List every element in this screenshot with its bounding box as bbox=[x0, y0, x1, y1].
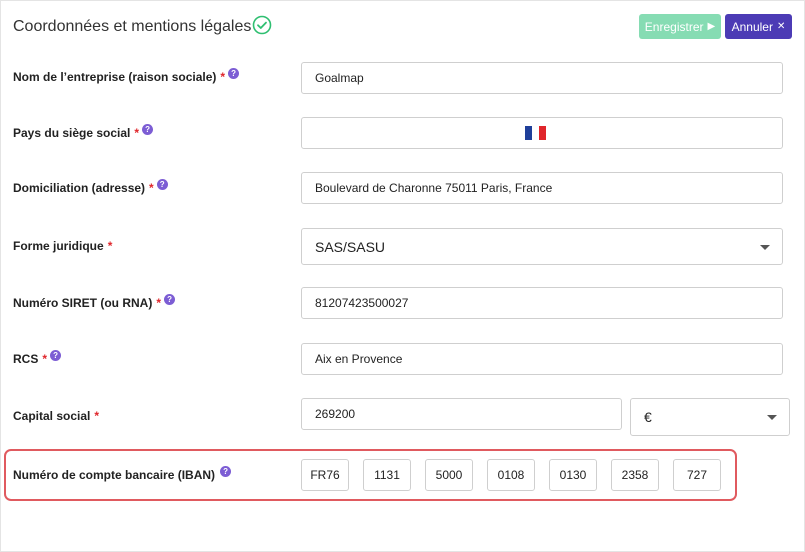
address-input[interactable]: Boulevard de Charonne 75011 Paris, Franc… bbox=[301, 172, 783, 204]
save-button[interactable]: Enregistrer ▶ bbox=[639, 14, 721, 39]
help-icon[interactable]: ? bbox=[142, 123, 154, 135]
required-mark: * bbox=[42, 352, 48, 366]
play-icon: ▶ bbox=[707, 21, 716, 32]
currency-value: € bbox=[644, 409, 652, 425]
legal-form-select[interactable]: SAS/SASU bbox=[301, 228, 783, 265]
currency-select[interactable]: € bbox=[630, 398, 790, 436]
help-icon[interactable]: ? bbox=[220, 465, 232, 477]
country-select[interactable] bbox=[301, 117, 783, 149]
help-icon[interactable]: ? bbox=[164, 293, 176, 305]
close-icon: ✕ bbox=[776, 21, 786, 32]
help-icon[interactable]: ? bbox=[156, 178, 168, 190]
required-mark: * bbox=[220, 70, 226, 84]
required-mark: * bbox=[134, 126, 140, 140]
required-mark: * bbox=[156, 296, 162, 310]
chevron-down-icon bbox=[767, 415, 777, 420]
cancel-button[interactable]: Annuler ✕ bbox=[725, 14, 792, 39]
capital-label: Capital social * bbox=[13, 409, 100, 423]
cancel-button-label: Annuler bbox=[731, 19, 773, 34]
france-flag-icon bbox=[524, 126, 547, 140]
legal-form-value: SAS/SASU bbox=[315, 238, 386, 255]
save-button-label: Enregistrer bbox=[644, 19, 704, 34]
legal-info-panel: Coordonnées et mentions légales Enregist… bbox=[0, 0, 805, 552]
rcs-label: RCS * ? bbox=[13, 349, 62, 366]
iban-segment-input[interactable]: 0108 bbox=[487, 459, 535, 491]
iban-segment-input[interactable]: 0130 bbox=[549, 459, 597, 491]
rcs-input[interactable]: Aix en Provence bbox=[301, 343, 783, 375]
country-label: Pays du siège social * ? bbox=[13, 123, 154, 140]
chevron-down-icon bbox=[760, 244, 770, 250]
page-title: Coordonnées et mentions légales bbox=[13, 18, 252, 35]
siret-input[interactable]: 81207423500027 bbox=[301, 287, 783, 319]
iban-segment-input[interactable]: 727 bbox=[673, 459, 721, 491]
iban-segment-input[interactable]: 5000 bbox=[425, 459, 473, 491]
legal-form-label: Forme juridique * bbox=[13, 239, 113, 253]
help-icon[interactable]: ? bbox=[50, 349, 62, 361]
help-icon[interactable]: ? bbox=[228, 67, 240, 79]
iban-segment-input[interactable]: 2358 bbox=[611, 459, 659, 491]
iban-segment-input[interactable]: FR76 bbox=[301, 459, 349, 491]
siret-label: Numéro SIRET (ou RNA) * ? bbox=[13, 293, 176, 310]
capital-input[interactable]: 269200 bbox=[301, 398, 622, 430]
company-name-input[interactable]: Goalmap bbox=[301, 62, 783, 94]
required-mark: * bbox=[94, 409, 100, 423]
company-name-label: Nom de l’entreprise (raison sociale) * ? bbox=[13, 67, 240, 84]
check-circle-icon bbox=[252, 15, 272, 35]
required-mark: * bbox=[149, 181, 154, 195]
iban-label: Numéro de compte bancaire (IBAN) ? bbox=[13, 465, 232, 482]
required-mark: * bbox=[107, 239, 113, 253]
address-label: Domiciliation (adresse) * ? bbox=[13, 178, 168, 195]
iban-segment-input[interactable]: 1131 bbox=[363, 459, 411, 491]
